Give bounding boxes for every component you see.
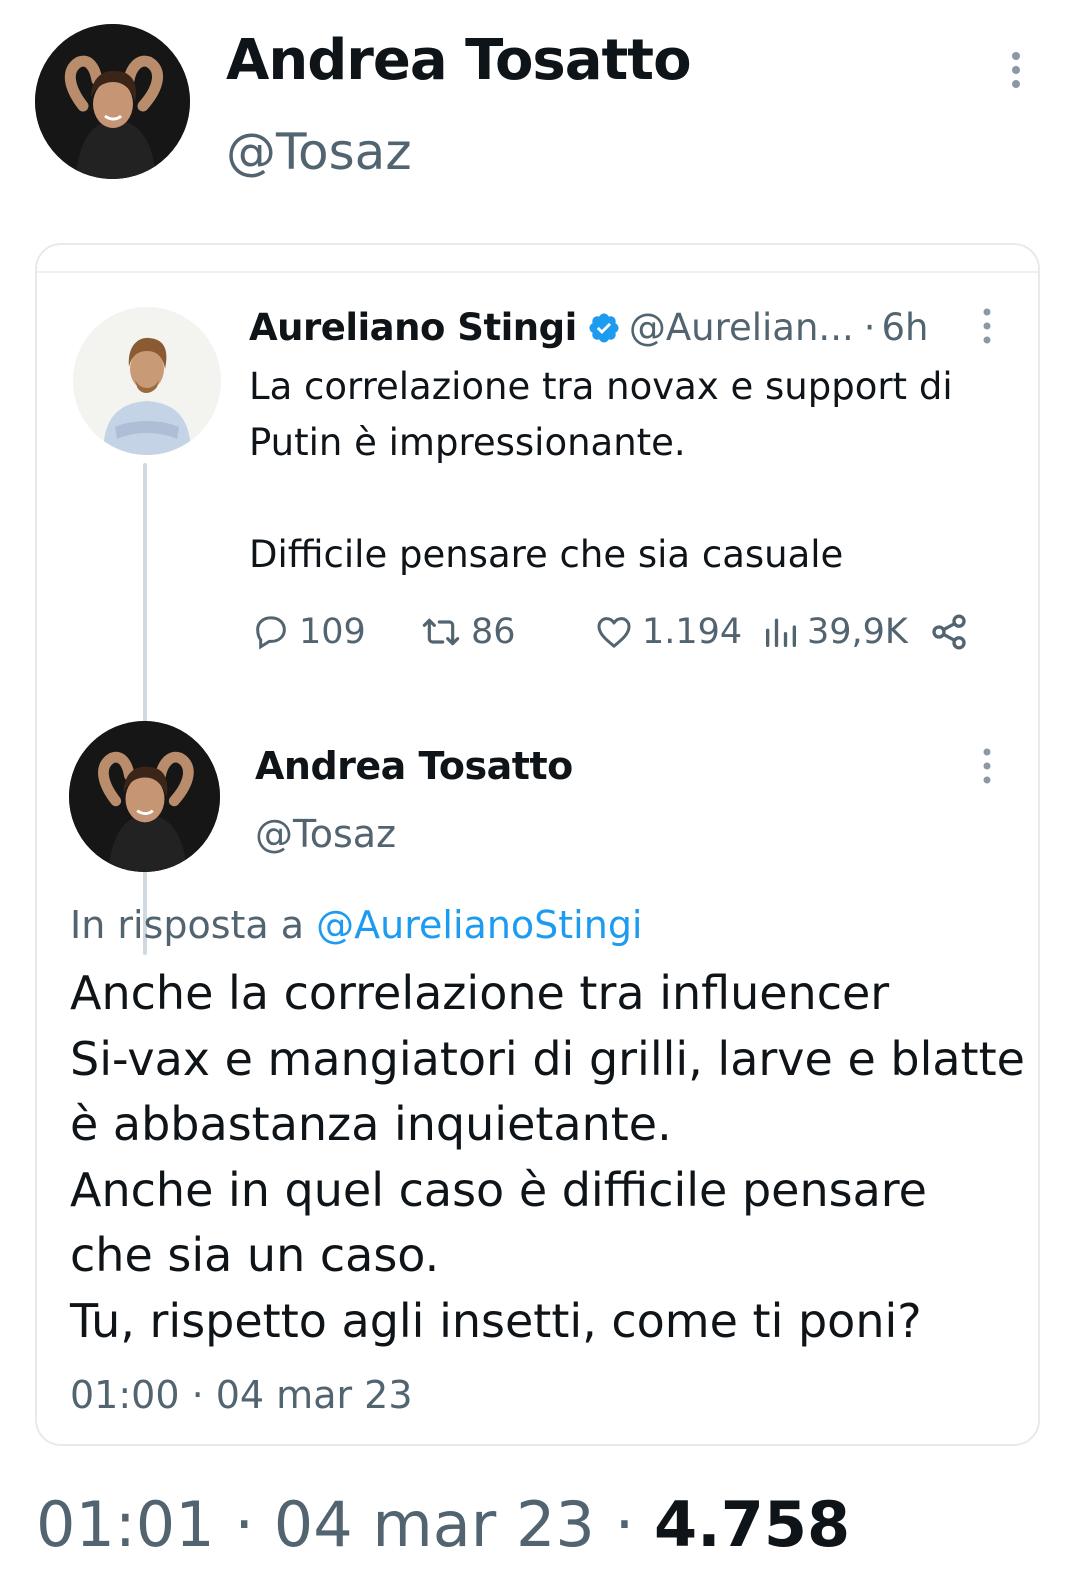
tweet-text-line: Anche in quel caso è difficile pensare	[70, 1162, 927, 1217]
retweet-count: 86	[471, 612, 516, 652]
footer-views-count: 4.758	[654, 1488, 851, 1561]
tweet-text-line: che sia un caso.	[70, 1228, 440, 1282]
quoted-thread-card[interactable]: Aureliano Stingi @Aurelian... · 6h La co…	[35, 243, 1040, 1446]
tweet-actions-bar: 109 86 1.194 39,9K	[249, 607, 989, 657]
reply-prefix: In risposta a	[70, 903, 305, 947]
author-handle[interactable]: @Tosaz	[226, 120, 412, 184]
views-icon	[766, 618, 796, 647]
like-icon	[597, 617, 631, 648]
views-count: 39,9K	[807, 612, 908, 652]
tweet-screenshot: Andrea Tosatto @Tosaz Aureliano Stingi @…	[0, 0, 1080, 1577]
like-button[interactable]: 1.194	[592, 607, 742, 657]
quoted-tweet-time[interactable]: 6h	[881, 303, 928, 353]
tweet-text-line: Tu, rispetto agli insetti, come ti poni?	[70, 1293, 922, 1348]
reply-button[interactable]: 109	[249, 607, 366, 657]
quoted-tweet-header: Aureliano Stingi @Aurelian... · 6h	[249, 303, 969, 353]
tweet-text-line: Anche la correlazione tra influencer	[70, 966, 890, 1020]
author-avatar[interactable]	[35, 24, 190, 179]
retweet-button[interactable]: 86	[417, 607, 516, 657]
reply-timestamp[interactable]: 01:00 · 04 mar 23	[70, 1367, 413, 1423]
quoted-tweet-text: La correlazione tra novax e support di P…	[249, 359, 989, 583]
card-divider	[37, 271, 1038, 273]
footer-timestamp[interactable]: 01:01 · 04 mar 23 ·	[36, 1488, 634, 1561]
more-vertical-icon[interactable]	[979, 307, 995, 345]
author-name[interactable]: Andrea Tosatto	[226, 26, 692, 96]
quoted-author-avatar[interactable]	[73, 307, 221, 455]
reply-icon	[256, 616, 286, 650]
tweet-text-line: La correlazione tra novax e support di	[249, 365, 953, 408]
reply-author-name[interactable]: Andrea Tosatto	[255, 741, 573, 791]
tweet-text-line	[249, 471, 989, 527]
quoted-author-name[interactable]: Aureliano Stingi	[249, 303, 577, 353]
reply-tweet-text: Anche la correlazione tra influencer Si-…	[70, 961, 1030, 1354]
tweet-text-line: è abbastanza inquietante.	[70, 1097, 672, 1151]
tweet-text-line: Putin è impressionante.	[249, 421, 686, 464]
header-separator: ·	[863, 306, 876, 349]
reply-author-avatar[interactable]	[69, 721, 220, 872]
tweet-text-line: Difficile pensare che sia casuale	[249, 533, 844, 576]
quoted-author-handle[interactable]: @Aurelian...	[629, 303, 854, 353]
reply-count: 109	[299, 612, 366, 652]
more-vertical-icon[interactable]	[1004, 50, 1028, 90]
share-button[interactable]	[929, 607, 975, 657]
like-count: 1.194	[642, 612, 743, 652]
thread-connector-line	[143, 463, 147, 955]
reply-author-handle[interactable]: @Tosaz	[255, 809, 396, 859]
reply-context: In risposta a @AurelianoStingi	[70, 899, 643, 951]
retweet-icon	[422, 618, 460, 646]
verified-badge-icon	[589, 313, 619, 343]
share-icon	[932, 614, 966, 650]
reply-mention-link[interactable]: @AurelianoStingi	[316, 903, 642, 947]
tweet-text-line: Si-vax e mangiatori di grilli, larve e b…	[70, 1031, 1025, 1086]
views-button[interactable]: 39,9K	[761, 607, 908, 657]
more-vertical-icon[interactable]	[979, 747, 995, 785]
tweet-meta-footer: 01:01 · 04 mar 23 · 4.758	[36, 1487, 850, 1563]
